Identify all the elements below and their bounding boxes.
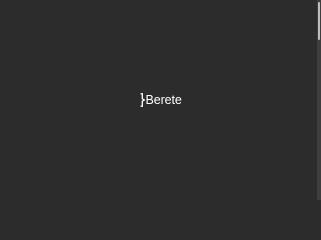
splash-screen: Berete (0, 0, 321, 200)
bracket-mark-icon (140, 93, 145, 107)
vertical-scrollbar[interactable] (317, 0, 321, 200)
brand-logo: Berete (140, 91, 182, 109)
scrollbar-thumb[interactable] (318, 2, 320, 40)
brand-name: Berete (145, 93, 182, 107)
